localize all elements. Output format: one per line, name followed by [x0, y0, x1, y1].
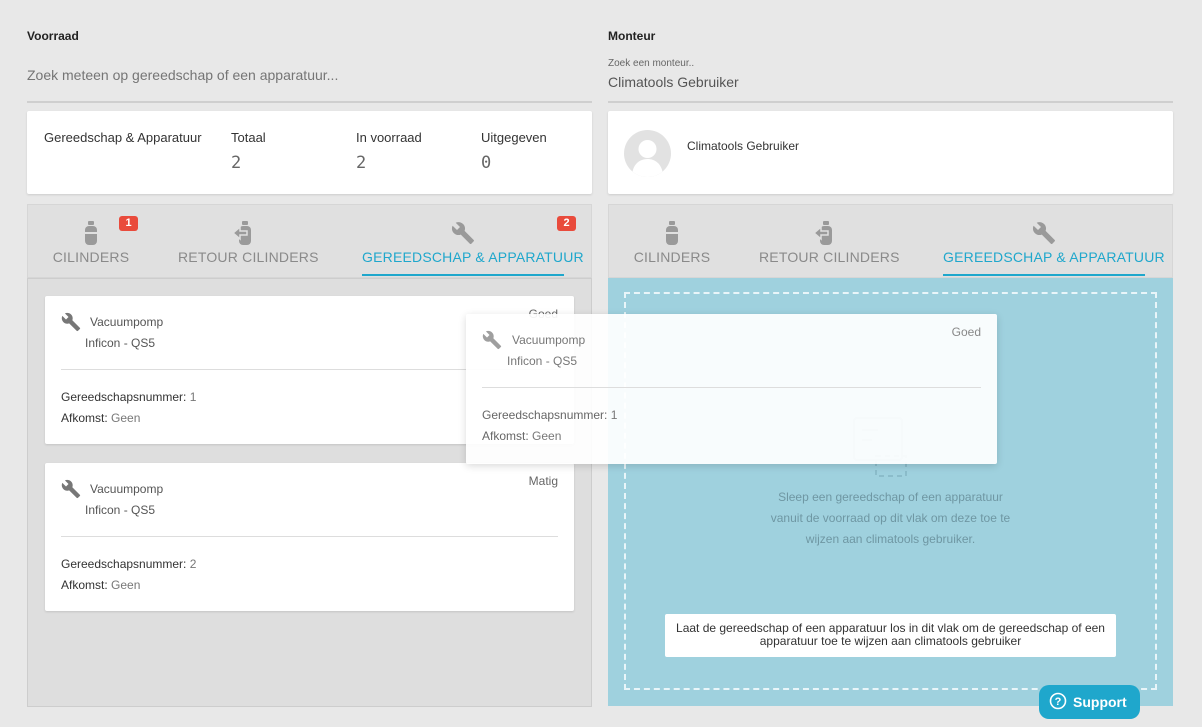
help-icon: ?: [1049, 692, 1067, 713]
item-divider: [482, 387, 981, 388]
item-name: Vacuumpomp: [90, 315, 164, 329]
monteur-search-label: Zoek een monteur..: [608, 58, 695, 69]
avatar: [624, 130, 671, 177]
voorraad-stats-card: Gereedschap & Apparatuur Totaal 2 In voo…: [27, 111, 592, 194]
tab-cilinders[interactable]: CILINDERS: [627, 205, 717, 277]
voorraad-title: Voorraad: [27, 29, 79, 43]
support-label: Support: [1073, 694, 1127, 710]
monteur-tabbar: CILINDERS RETOUR CILINDERS GEREEDSCHAP &…: [608, 204, 1173, 278]
drop-hint-box: Laat de gereedschap of een apparatuur lo…: [665, 614, 1116, 657]
dragging-item-card[interactable]: Vacuumpomp Inficon - QS5 Goed Gereedscha…: [466, 314, 997, 464]
stats-category-label: Gereedschap & Apparatuur: [44, 130, 202, 145]
wrench-icon: [451, 221, 475, 248]
item-number: Gereedschapsnummer: 2: [61, 557, 196, 571]
stats-uitgegeven-value: 0: [481, 153, 492, 173]
drop-instructions-line: Sleep een gereedschap of een apparatuur: [778, 490, 1003, 504]
monteur-search-value[interactable]: Climatools Gebruiker: [608, 74, 739, 90]
return-icon: [231, 221, 255, 248]
tab-retour-cilinders[interactable]: RETOUR CILINDERS: [178, 205, 319, 277]
voorraad-tabbar: CILINDERS 1 RETOUR CILINDERS GEREEDSCHAP…: [27, 204, 592, 278]
item-name: Vacuumpomp: [512, 333, 586, 347]
drop-instructions-line: vanuit de voorraad op dit vlak om deze t…: [770, 511, 1011, 525]
monteur-search-wrap[interactable]: Zoek een monteur.. Climatools Gebruiker: [608, 55, 1173, 103]
tab-active-indicator: [943, 274, 1145, 276]
item-condition: Matig: [528, 474, 558, 488]
voorraad-search-input[interactable]: [27, 65, 592, 85]
wrench-icon: [61, 479, 81, 504]
item-origin: Afkomst: Geen: [482, 429, 561, 443]
return-icon: [812, 221, 836, 248]
tab-gereedschap-label: GEREEDSCHAP & APPARATUUR: [362, 249, 584, 265]
item-number-label: Gereedschapsnummer:: [61, 390, 187, 404]
tab-active-indicator: [362, 274, 564, 276]
drop-instructions: Sleep een gereedschap of een apparatuur …: [608, 487, 1173, 550]
cylinder-icon: [665, 221, 679, 248]
item-origin-value: Geen: [111, 411, 141, 425]
item-number-value: 2: [189, 557, 197, 571]
item-divider: [61, 536, 558, 537]
item-origin-value: Geen: [111, 578, 141, 592]
voorraad-search-wrap: [27, 60, 592, 103]
stats-in-voorraad-label: In voorraad: [356, 130, 422, 145]
stats-totaal-label: Totaal: [231, 130, 266, 145]
item-number-value: 1: [189, 390, 197, 404]
svg-text:?: ?: [1055, 696, 1062, 708]
item-origin-label: Afkomst:: [61, 411, 108, 425]
tab-gereedschap[interactable]: GEREEDSCHAP & APPARATUUR: [362, 205, 584, 277]
tab-retour-cilinders[interactable]: RETOUR CILINDERS: [759, 205, 900, 277]
item-origin-label: Afkomst:: [61, 578, 108, 592]
item-model: Inficon - QS5: [507, 354, 578, 368]
item-number: Gereedschapsnummer: 1: [482, 408, 617, 422]
drop-hint-line: apparatuur toe te wijzen aan climatools …: [759, 634, 1022, 648]
item-origin: Afkomst: Geen: [61, 578, 140, 592]
monteur-title: Monteur: [608, 29, 656, 43]
item-origin-value: Geen: [532, 429, 562, 443]
tab-cilinders-badge: 1: [119, 216, 138, 231]
item-condition: Goed: [951, 325, 981, 339]
tab-retour-cilinders-label: RETOUR CILINDERS: [759, 249, 900, 265]
tab-gereedschap[interactable]: GEREEDSCHAP & APPARATUUR: [943, 205, 1165, 277]
tab-retour-cilinders-label: RETOUR CILINDERS: [178, 249, 319, 265]
monteur-user-name: Climatools Gebruiker: [687, 139, 800, 153]
stats-totaal-value: 2: [231, 153, 242, 173]
support-button[interactable]: ? Support: [1039, 685, 1140, 719]
item-origin-label: Afkomst:: [482, 429, 529, 443]
item-model: Inficon - QS5: [85, 503, 156, 517]
item-name: Vacuumpomp: [90, 482, 164, 496]
tab-gereedschap-label: GEREEDSCHAP & APPARATUUR: [943, 249, 1165, 265]
stats-uitgegeven-label: Uitgegeven: [481, 130, 547, 145]
item-number-label: Gereedschapsnummer:: [61, 557, 187, 571]
item-number: Gereedschapsnummer: 1: [61, 390, 196, 404]
item-card[interactable]: Vacuumpomp Inficon - QS5 Matig Gereedsch…: [45, 463, 574, 611]
item-origin: Afkomst: Geen: [61, 411, 140, 425]
cylinder-icon: [84, 221, 98, 248]
item-number-value: 1: [610, 408, 618, 422]
wrench-icon: [1032, 221, 1056, 248]
tab-cilinders-label: CILINDERS: [52, 249, 130, 265]
stats-in-voorraad-value: 2: [356, 153, 367, 173]
item-model: Inficon - QS5: [85, 336, 156, 350]
tab-cilinders-label: CILINDERS: [633, 249, 711, 265]
monteur-user-card: Climatools Gebruiker: [608, 111, 1173, 194]
drop-instructions-line: wijzen aan climatools gebruiker.: [805, 532, 976, 546]
wrench-icon: [61, 312, 81, 337]
wrench-icon: [482, 330, 502, 355]
item-number-label: Gereedschapsnummer:: [482, 408, 608, 422]
tab-gereedschap-badge: 2: [557, 216, 576, 231]
